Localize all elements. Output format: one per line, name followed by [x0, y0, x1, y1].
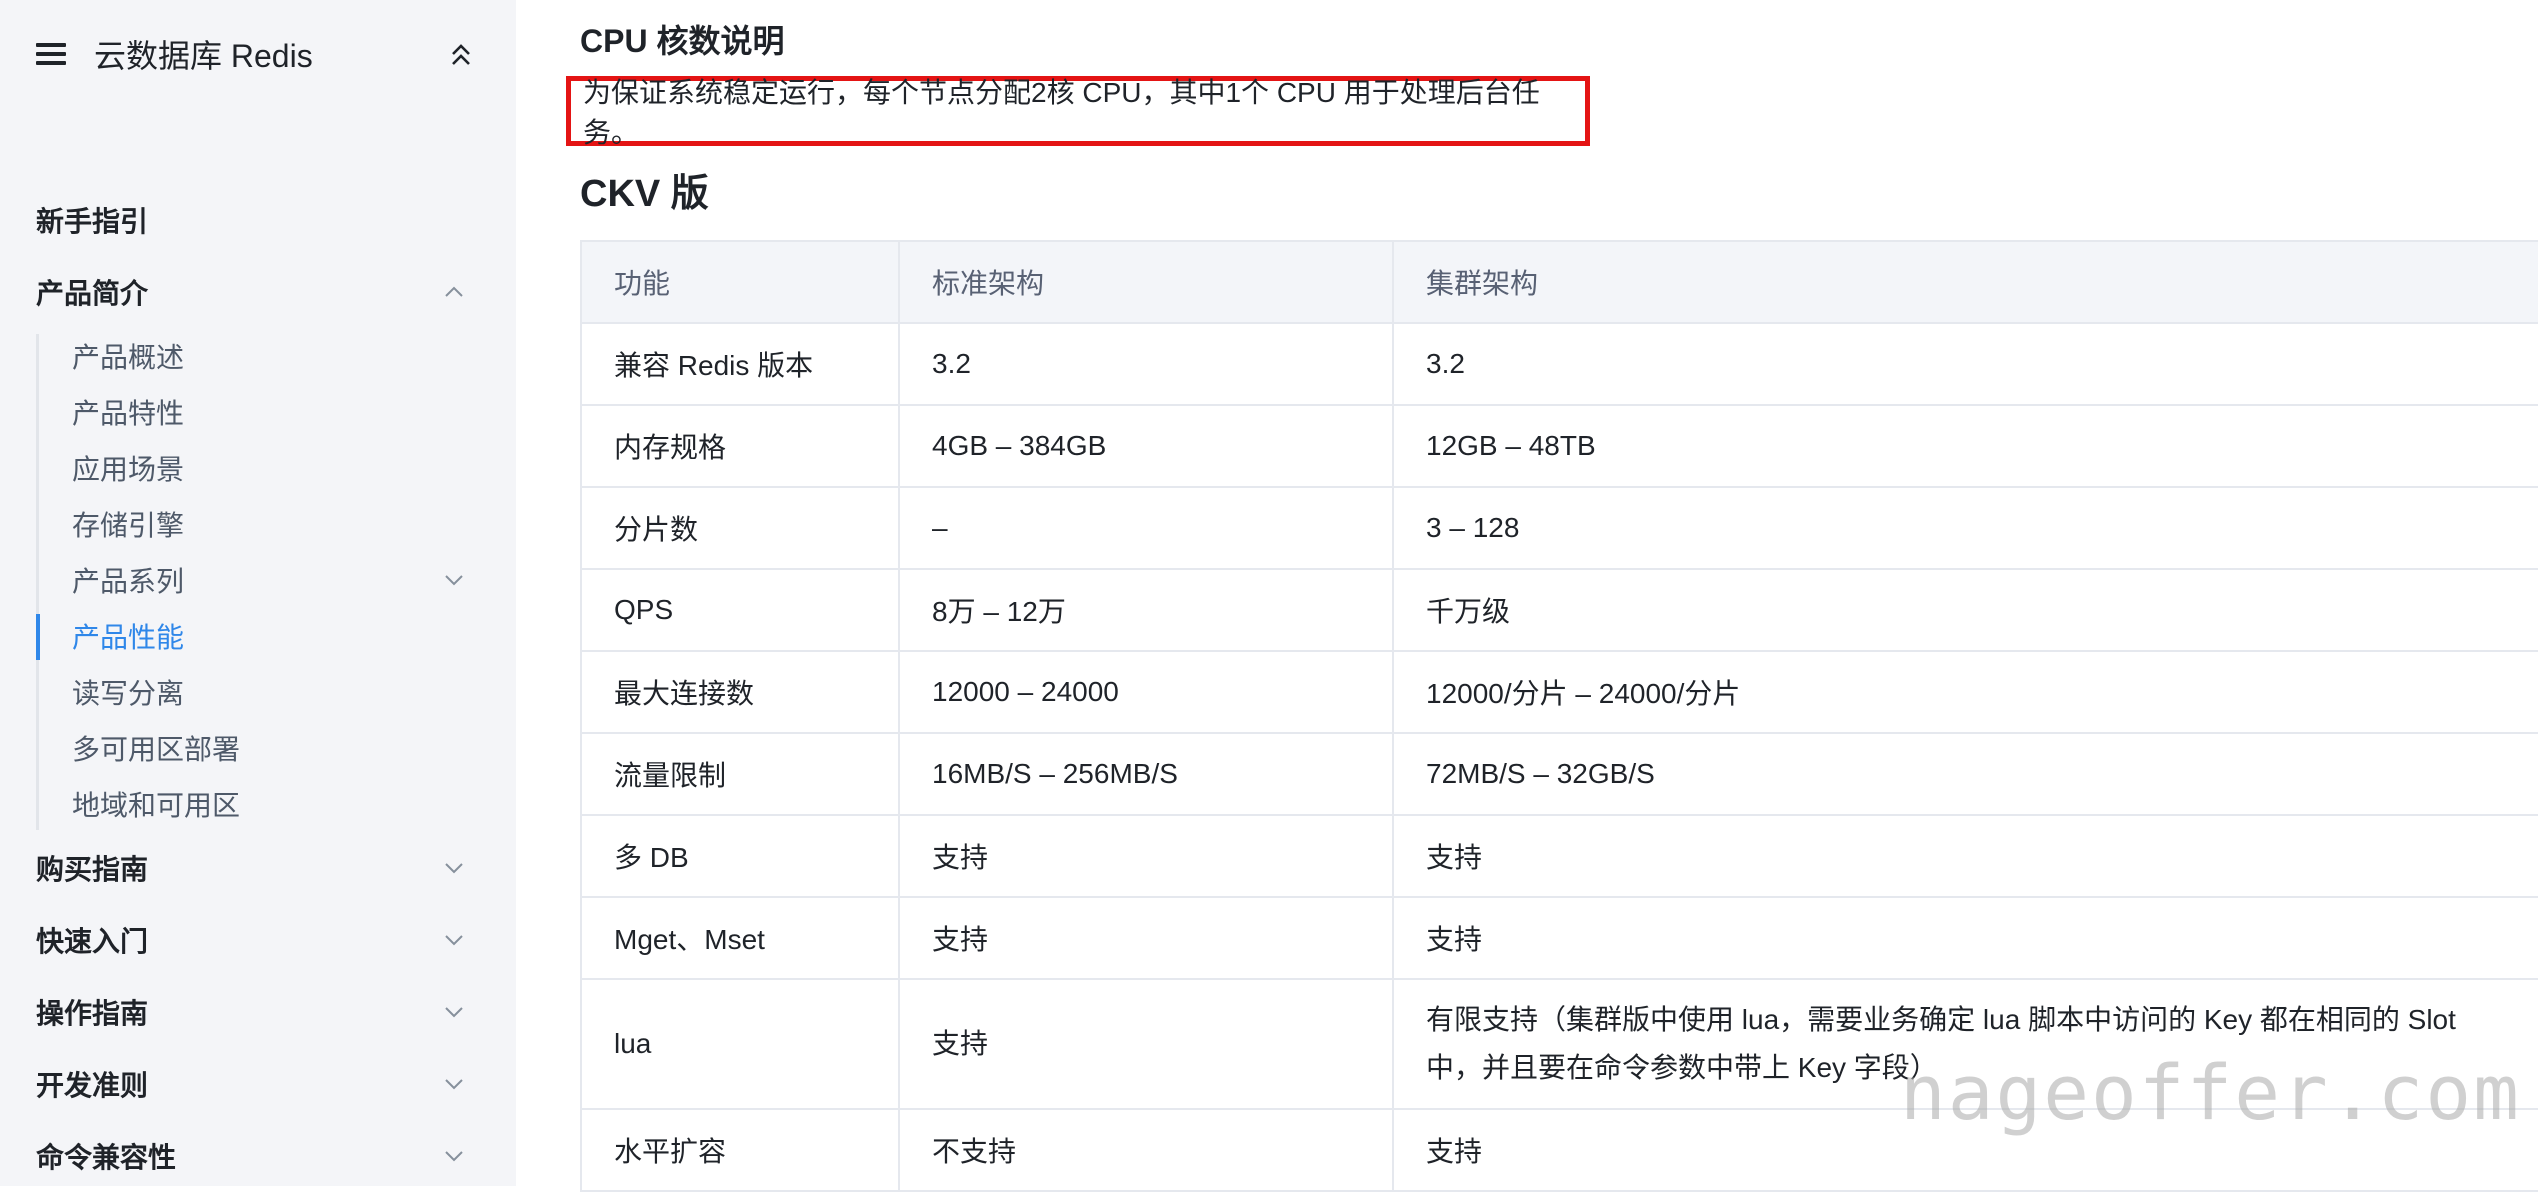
- main-content: CPU 核数说明 为保证系统稳定运行，每个节点分配2核 CPU，其中1个 CPU…: [516, 0, 2538, 1192]
- nav-item-label: 读写分离: [72, 678, 185, 709]
- nav-item-product-features[interactable]: 产品特性: [72, 388, 466, 436]
- submenu-guide-line: [36, 334, 39, 830]
- nav-item-label: 产品系列: [72, 566, 185, 597]
- nav-item-read-write-split[interactable]: 读写分离: [72, 668, 466, 716]
- nav-group-label: 操作指南: [36, 998, 149, 1029]
- table-cell: 支持: [898, 978, 1394, 1110]
- cpu-section-heading: CPU 核数说明: [580, 23, 785, 59]
- nav-item-product-overview[interactable]: 产品概述: [72, 332, 466, 380]
- sidebar: 云数据库 Redis 新手指引 产品简介 产品概述 产品特性 应用场景 存储引擎…: [0, 0, 516, 1186]
- table-cell: 支持: [1392, 896, 2538, 980]
- nav-group-purchase-guide[interactable]: 购买指南: [36, 842, 466, 894]
- table-cell: 支持: [1392, 814, 2538, 898]
- table-header-row: 功能 标准架构 集群架构: [580, 240, 2538, 324]
- chevron-down-icon: [445, 863, 463, 874]
- nav-item-label: 地域和可用区: [72, 790, 241, 821]
- highlighted-cpu-note: 为保证系统稳定运行，每个节点分配2核 CPU，其中1个 CPU 用于处理后台任务…: [566, 76, 1590, 148]
- table-cell: 4GB – 384GB: [898, 404, 1394, 488]
- table-cell: 千万级: [1392, 568, 2538, 652]
- nav-item-multi-az-deployment[interactable]: 多可用区部署: [72, 724, 466, 772]
- chevron-down-icon: [445, 575, 463, 586]
- table-row: Mget、Mset 支持 支持: [580, 896, 2538, 980]
- table-cell: 12000/分片 – 24000/分片: [1392, 650, 2538, 734]
- table-cell: 兼容 Redis 版本: [580, 322, 900, 406]
- table-cell: 12GB – 48TB: [1392, 404, 2538, 488]
- table-cell: 水平扩容: [580, 1108, 900, 1192]
- table-row: 兼容 Redis 版本 3.2 3.2: [580, 322, 2538, 406]
- nav-group-label: 购买指南: [36, 854, 149, 885]
- chevron-up-icon: [445, 286, 463, 297]
- table-row: 内存规格 4GB – 384GB 12GB – 48TB: [580, 404, 2538, 488]
- chevron-down-icon: [445, 1007, 463, 1018]
- nav-group-command-compatibility[interactable]: 命令兼容性: [36, 1130, 466, 1182]
- table-cell: 支持: [898, 896, 1394, 980]
- nav-item-regions-and-azs[interactable]: 地域和可用区: [72, 780, 466, 828]
- table-cell: 流量限制: [580, 732, 900, 816]
- nav-group-getting-started-guide[interactable]: 新手指引: [36, 194, 466, 246]
- table-cell: lua: [580, 978, 900, 1110]
- nav-item-label: 产品特性: [72, 398, 185, 429]
- double-chevron-up-icon[interactable]: [446, 40, 476, 70]
- table-row: 最大连接数 12000 – 24000 12000/分片 – 24000/分片: [580, 650, 2538, 734]
- table-cell: 8万 – 12万: [898, 568, 1394, 652]
- table-cell: 16MB/S – 256MB/S: [898, 732, 1394, 816]
- nav-item-label: 产品性能: [72, 622, 185, 653]
- table-cell: 72MB/S – 32GB/S: [1392, 732, 2538, 816]
- table-row: QPS 8万 – 12万 千万级: [580, 568, 2538, 652]
- nav-group-label: 产品简介: [36, 278, 149, 309]
- watermark: nageoffer.com: [1900, 1048, 2521, 1137]
- table-cell: –: [898, 486, 1394, 570]
- ckv-section-heading: CKV 版: [580, 173, 709, 215]
- chevron-down-icon: [445, 935, 463, 946]
- hamburger-menu-icon[interactable]: [36, 41, 66, 67]
- table-cell: 内存规格: [580, 404, 900, 488]
- nav-group-label: 命令兼容性: [36, 1142, 177, 1173]
- column-header-feature: 功能: [580, 240, 900, 324]
- chevron-down-icon: [445, 1151, 463, 1162]
- nav-item-label: 应用场景: [72, 454, 185, 485]
- table-cell: 支持: [898, 814, 1394, 898]
- nav-item-label: 产品概述: [72, 342, 185, 373]
- nav-group-quick-start[interactable]: 快速入门: [36, 914, 466, 966]
- nav-group-label: 开发准则: [36, 1070, 149, 1101]
- nav-item-label: 多可用区部署: [72, 734, 241, 765]
- nav-group-label: 新手指引: [36, 206, 149, 237]
- table-cell: 分片数: [580, 486, 900, 570]
- table-cell: 最大连接数: [580, 650, 900, 734]
- nav-group-operation-guide[interactable]: 操作指南: [36, 986, 466, 1038]
- nav-group-product-intro[interactable]: 产品简介: [36, 266, 466, 318]
- table-cell: 多 DB: [580, 814, 900, 898]
- nav-item-product-series[interactable]: 产品系列: [72, 556, 466, 604]
- nav-item-storage-engine[interactable]: 存储引擎: [72, 500, 466, 548]
- table-row: 流量限制 16MB/S – 256MB/S 72MB/S – 32GB/S: [580, 732, 2538, 816]
- nav-item-use-cases[interactable]: 应用场景: [72, 444, 466, 492]
- active-indicator: [36, 614, 40, 660]
- table-row: 分片数 – 3 – 128: [580, 486, 2538, 570]
- table-cell: 3 – 128: [1392, 486, 2538, 570]
- table-cell: Mget、Mset: [580, 896, 900, 980]
- table-cell: 3.2: [898, 322, 1394, 406]
- sidebar-header: 云数据库 Redis: [36, 30, 476, 78]
- column-header-cluster: 集群架构: [1392, 240, 2538, 324]
- nav-group-label: 快速入门: [36, 926, 149, 957]
- table-cell: 12000 – 24000: [898, 650, 1394, 734]
- chevron-down-icon: [445, 1079, 463, 1090]
- nav-group-dev-guidelines[interactable]: 开发准则: [36, 1058, 466, 1110]
- table-row: 多 DB 支持 支持: [580, 814, 2538, 898]
- sidebar-title: 云数据库 Redis: [94, 38, 313, 74]
- nav-item-label: 存储引擎: [72, 510, 185, 541]
- nav-item-product-performance[interactable]: 产品性能: [72, 612, 466, 660]
- cpu-note-text: 为保证系统稳定运行，每个节点分配2核 CPU，其中1个 CPU 用于处理后台任务…: [583, 77, 1540, 148]
- table-cell: 3.2: [1392, 322, 2538, 406]
- table-cell: QPS: [580, 568, 900, 652]
- table-cell: 不支持: [898, 1108, 1394, 1192]
- column-header-standard: 标准架构: [898, 240, 1394, 324]
